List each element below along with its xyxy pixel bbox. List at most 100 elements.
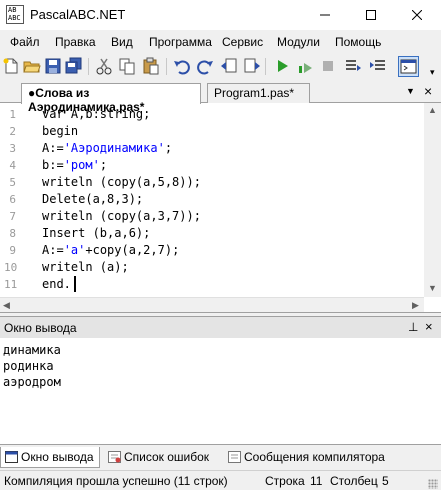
stop-button[interactable] xyxy=(319,57,337,75)
scroll-down-icon[interactable]: ▼ xyxy=(428,283,437,293)
code-line: writeln (copy(a,3,7)); xyxy=(42,209,201,223)
stop-icon xyxy=(323,61,333,71)
tab-output-window[interactable]: Окно вывода xyxy=(0,447,100,468)
output-window-toggle[interactable] xyxy=(398,56,419,77)
copy-icon xyxy=(119,58,135,75)
tab-label: ●Слова из Аэродинамика.pas* xyxy=(28,86,145,114)
menu-edit[interactable]: Правка xyxy=(55,35,96,49)
run-icon xyxy=(278,60,288,72)
compile-button[interactable] xyxy=(296,57,314,75)
step-over-button[interactable] xyxy=(344,57,362,75)
output-line: аэродром xyxy=(3,375,61,389)
paste-button[interactable] xyxy=(142,57,160,75)
step-into-button[interactable] xyxy=(369,57,387,75)
menu-bar: Файл Правка Вид Программа Сервис Модули … xyxy=(0,31,441,53)
code-token: writeln (copy(a,5,8)); xyxy=(42,175,201,189)
line-number: 1 xyxy=(9,108,16,121)
close-button[interactable] xyxy=(394,0,440,30)
line-number: 10 xyxy=(4,261,18,274)
copy-button[interactable] xyxy=(118,57,136,75)
horizontal-scrollbar[interactable]: ◀ ▶ xyxy=(0,297,424,312)
tab-compiler-messages[interactable]: Сообщения компилятора xyxy=(224,447,394,468)
line-number: 6 xyxy=(9,193,16,206)
tab-aerodinamika[interactable]: ●Слова из Аэродинамика.pas* xyxy=(21,83,201,114)
code-line: Delete(a,8,3); xyxy=(42,192,143,206)
title-bar: AB ABC PascalABC.NET xyxy=(0,0,441,30)
save-button[interactable] xyxy=(44,57,62,75)
scroll-right-icon[interactable]: ▶ xyxy=(412,300,419,311)
code-token: ; xyxy=(99,158,108,172)
cut-icon xyxy=(96,58,112,75)
editor-tabs: ●Слова из Аэродинамика.pas* Program1.pas… xyxy=(0,81,441,114)
code-token: end. xyxy=(42,277,71,291)
menu-help[interactable]: Помощь xyxy=(335,35,381,49)
output-window-icon xyxy=(5,451,18,463)
code-token: Delete(a,8,3); xyxy=(42,192,144,206)
navigate-back-button[interactable] xyxy=(220,57,238,75)
code-line: Insert (b,a,6); xyxy=(42,226,150,240)
string-literal: 'ром' xyxy=(63,158,100,172)
menu-view[interactable]: Вид xyxy=(111,35,133,49)
minimize-button[interactable] xyxy=(302,0,348,30)
tab-label: Сообщения компилятора xyxy=(244,450,385,464)
window-title: PascalABC.NET xyxy=(30,7,126,22)
code-line: end. xyxy=(42,277,71,291)
resize-grip[interactable] xyxy=(428,479,438,489)
run-button[interactable] xyxy=(273,57,291,75)
save-all-button[interactable] xyxy=(65,57,83,75)
output-panel-header: Окно вывода ⊥ × xyxy=(0,316,441,338)
toolbar-separator xyxy=(88,58,89,75)
tab-error-list[interactable]: Список ошибок xyxy=(104,447,222,468)
code-line: b:='ром'; xyxy=(42,158,107,172)
undo-icon xyxy=(174,60,190,75)
status-col-label: Столбец xyxy=(330,474,378,488)
status-col-value: 5 xyxy=(382,474,389,488)
cut-button[interactable] xyxy=(95,57,113,75)
vertical-scrollbar[interactable]: ▲ ▼ xyxy=(424,103,441,297)
maximize-button[interactable] xyxy=(348,0,394,30)
redo-button[interactable] xyxy=(196,57,214,75)
toolbar: ▾ xyxy=(0,53,441,81)
open-file-button[interactable] xyxy=(23,57,41,75)
navigate-back-icon xyxy=(221,58,237,73)
redo-icon xyxy=(197,60,213,75)
menu-program[interactable]: Программа xyxy=(149,35,212,49)
string-literal: 'a' xyxy=(63,243,86,257)
toolbar-separator xyxy=(265,58,266,75)
pin-icon[interactable]: ⊥ xyxy=(408,320,418,334)
undo-button[interactable] xyxy=(173,57,191,75)
output-panel[interactable]: динамика родинка аэродром xyxy=(0,338,441,444)
line-number: 11 xyxy=(4,278,18,291)
new-file-button[interactable] xyxy=(2,57,20,75)
tab-label: Окно вывода xyxy=(21,450,94,464)
code-token: Insert (b,a,6); xyxy=(42,226,151,240)
toolbar-overflow[interactable]: ▾ xyxy=(430,67,435,78)
close-icon xyxy=(412,10,422,20)
output-panel-title: Окно вывода xyxy=(4,321,77,335)
menu-service[interactable]: Сервис xyxy=(222,35,263,49)
code-line: A:='Аэродинамика'; xyxy=(42,141,172,155)
tabs-dropdown-icon[interactable]: ▼ xyxy=(406,86,415,96)
output-line: динамика xyxy=(3,343,61,357)
tab-program1[interactable]: Program1.pas* xyxy=(207,83,310,103)
close-panel-icon[interactable]: × xyxy=(425,319,433,334)
tab-close-icon[interactable]: × xyxy=(424,83,432,99)
status-bar: Компиляция прошла успешно (11 строк) Стр… xyxy=(0,470,441,490)
code-line: writeln (copy(a,5,8)); xyxy=(42,175,201,189)
code-token: A:= xyxy=(42,141,64,155)
app-icon: AB ABC xyxy=(6,5,24,24)
new-file-icon xyxy=(3,58,18,74)
maximize-icon xyxy=(366,10,376,20)
navigate-forward-button[interactable] xyxy=(243,57,261,75)
line-number: 2 xyxy=(9,125,16,138)
string-literal: 'Аэродинамика' xyxy=(63,141,165,155)
tab-label: Список ошибок xyxy=(124,450,210,464)
menu-modules[interactable]: Модули xyxy=(277,35,320,49)
paste-icon xyxy=(143,57,159,75)
menu-file[interactable]: Файл xyxy=(10,35,40,49)
scroll-left-icon[interactable]: ◀ xyxy=(3,300,10,311)
code-token: writeln (a); xyxy=(42,260,129,274)
scroll-up-icon[interactable]: ▲ xyxy=(428,105,437,115)
code-editor[interactable]: 1 2 3 4 5 6 7 8 9 10 11 var A,b:string; b… xyxy=(0,103,441,313)
step-into-icon xyxy=(370,60,385,70)
